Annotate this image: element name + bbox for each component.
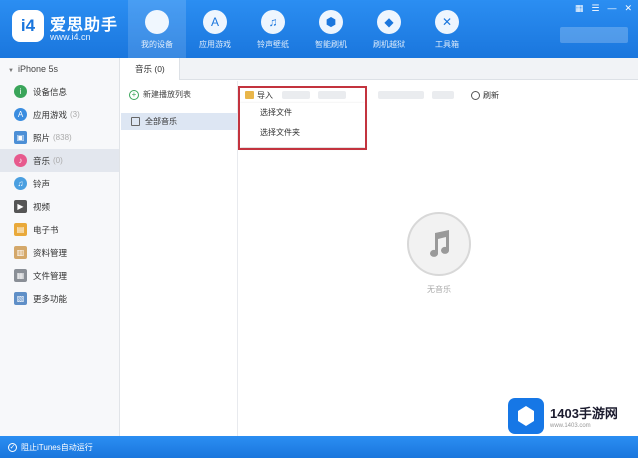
nav-toolbox[interactable]: ✕ 工具箱 <box>418 0 476 58</box>
site-watermark: 1403手游网 www.1403.com <box>508 398 630 434</box>
info-icon: i <box>14 85 27 98</box>
app-logo: i4 <box>12 10 44 42</box>
sidebar-item-label: 视频 <box>33 201 51 212</box>
playlist-item-all-music[interactable]: 全部音乐 <box>121 113 237 130</box>
nav-label: 智能刷机 <box>315 40 347 49</box>
folder-icon: ▦ <box>14 269 27 282</box>
sidebar-item-photos[interactable]: ▣ 照片 (838) <box>0 126 119 149</box>
sidebar-item-label: 电子书 <box>33 224 59 235</box>
minimize-icon[interactable]: — <box>607 3 616 14</box>
empty-state-text: 无音乐 <box>427 285 451 294</box>
title-bar: i4 爱思助手 www.i4.cn 我的设备 A 应用游戏 ♫ 铃声壁纸 ⬢ 智… <box>0 0 638 58</box>
watermark-text: 1403手游网 www.1403.com <box>550 403 618 429</box>
appstore-icon: A <box>14 108 27 121</box>
nav-jailbreak[interactable]: ◆ 刷机越狱 <box>360 0 418 58</box>
music-icon: ♪ <box>14 154 27 167</box>
sidebar-item-label: 更多功能 <box>33 293 68 304</box>
sidebar-item-video[interactable]: ▶ 视频 <box>0 195 119 218</box>
playlist-item-label: 全部音乐 <box>145 117 177 126</box>
sidebar-item-music[interactable]: ♪ 音乐 (0) <box>0 149 119 172</box>
sidebar-item-ebooks[interactable]: ▤ 电子书 <box>0 218 119 241</box>
video-icon: ▶ <box>14 200 27 213</box>
sidebar-item-file-management[interactable]: ▦ 文件管理 <box>0 264 119 287</box>
watermark-url: www.1403.com <box>550 423 591 429</box>
sidebar: ▼ iPhone 5s i 设备信息 A 应用游戏 (3) ▣ 照片 (838) … <box>0 58 120 436</box>
search-input[interactable] <box>560 27 628 43</box>
sidebar-item-ringtones[interactable]: ♫ 铃声 <box>0 172 119 195</box>
sidebar-item-device-info[interactable]: i 设备信息 <box>0 80 119 103</box>
sidebar-item-apps[interactable]: A 应用游戏 (3) <box>0 103 119 126</box>
sidebar-item-count: (3) <box>70 110 80 119</box>
convert-button[interactable] <box>378 91 424 99</box>
plus-icon: + <box>129 89 139 100</box>
watermark-title: 1403手游网 <box>550 406 618 421</box>
playlist-icon <box>131 117 140 126</box>
sidebar-item-label: 文件管理 <box>33 270 68 281</box>
sidebar-item-label: 应用游戏 <box>33 109 68 120</box>
nav-label: 应用游戏 <box>199 40 231 49</box>
new-playlist-label: 新建播放列表 <box>143 90 191 99</box>
expand-triangle-icon: ▼ <box>8 68 14 74</box>
block-itunes-toggle-label[interactable]: 阻止iTunes自动运行 <box>21 442 93 453</box>
cube-logo-icon <box>508 398 544 434</box>
box-icon: ◆ <box>377 10 401 34</box>
tools-icon: ✕ <box>435 10 459 34</box>
tab-bar: 音乐 (0) <box>121 58 638 80</box>
sidebar-item-label: 设备信息 <box>33 86 68 97</box>
sidebar-item-label: 音乐 <box>33 155 51 166</box>
sidebar-item-count: (838) <box>53 133 72 142</box>
ringtone-button[interactable] <box>432 91 454 99</box>
nav-label: 刷机越狱 <box>373 40 405 49</box>
skin-icon[interactable]: ▦ <box>575 3 584 14</box>
sidebar-item-count: (0) <box>53 156 63 165</box>
nav-smart-flash[interactable]: ⬢ 智能刷机 <box>302 0 360 58</box>
music-note-icon <box>407 212 471 276</box>
refresh-icon <box>471 90 480 100</box>
annotation-highlight-box <box>238 86 367 150</box>
appstore-icon: A <box>203 10 227 34</box>
window-controls: ▦ ☰ — ✕ <box>575 3 632 14</box>
nav-label: 铃声壁纸 <box>257 40 289 49</box>
tab-music[interactable]: 音乐 (0) <box>121 58 180 80</box>
contacts-icon: ▥ <box>14 246 27 259</box>
empty-state: 无音乐 <box>407 212 471 295</box>
sidebar-item-data-management[interactable]: ▥ 资料管理 <box>0 241 119 264</box>
book-icon: ▤ <box>14 223 27 236</box>
nav-label: 我的设备 <box>141 40 173 49</box>
apple-icon <box>145 10 169 34</box>
refresh-button[interactable]: 刷新 <box>466 86 504 104</box>
more-icon: ▧ <box>14 292 27 305</box>
sidebar-item-label: 资料管理 <box>33 247 68 258</box>
nav-apps[interactable]: A 应用游戏 <box>186 0 244 58</box>
sidebar-item-label: 照片 <box>33 132 51 143</box>
menu-icon[interactable]: ☰ <box>591 3 599 14</box>
device-header[interactable]: ▼ iPhone 5s <box>0 58 119 80</box>
sidebar-item-label: 铃声 <box>33 178 51 189</box>
nav-ringtones[interactable]: ♫ 铃声壁纸 <box>244 0 302 58</box>
nav-label: 工具箱 <box>435 40 459 49</box>
app-url: www.i4.cn <box>50 32 91 42</box>
flash-icon: ⬢ <box>319 10 343 34</box>
bell-icon: ♫ <box>14 177 27 190</box>
sidebar-item-more[interactable]: ▧ 更多功能 <box>0 287 119 310</box>
check-icon[interactable]: ✓ <box>8 442 17 452</box>
refresh-label: 刷新 <box>483 90 499 100</box>
playlist-pane: + 新建播放列表 全部音乐 <box>121 81 238 436</box>
status-bar: ✓ 阻止iTunes自动运行 <box>0 436 638 458</box>
photo-icon: ▣ <box>14 131 27 144</box>
close-icon[interactable]: ✕ <box>624 3 632 14</box>
nav-my-device[interactable]: 我的设备 <box>128 0 186 58</box>
new-playlist-button[interactable]: + 新建播放列表 <box>129 89 191 100</box>
main-nav: 我的设备 A 应用游戏 ♫ 铃声壁纸 ⬢ 智能刷机 ◆ 刷机越狱 ✕ 工具箱 <box>128 0 476 58</box>
bell-icon: ♫ <box>261 10 285 34</box>
device-name: iPhone 5s <box>17 64 58 74</box>
